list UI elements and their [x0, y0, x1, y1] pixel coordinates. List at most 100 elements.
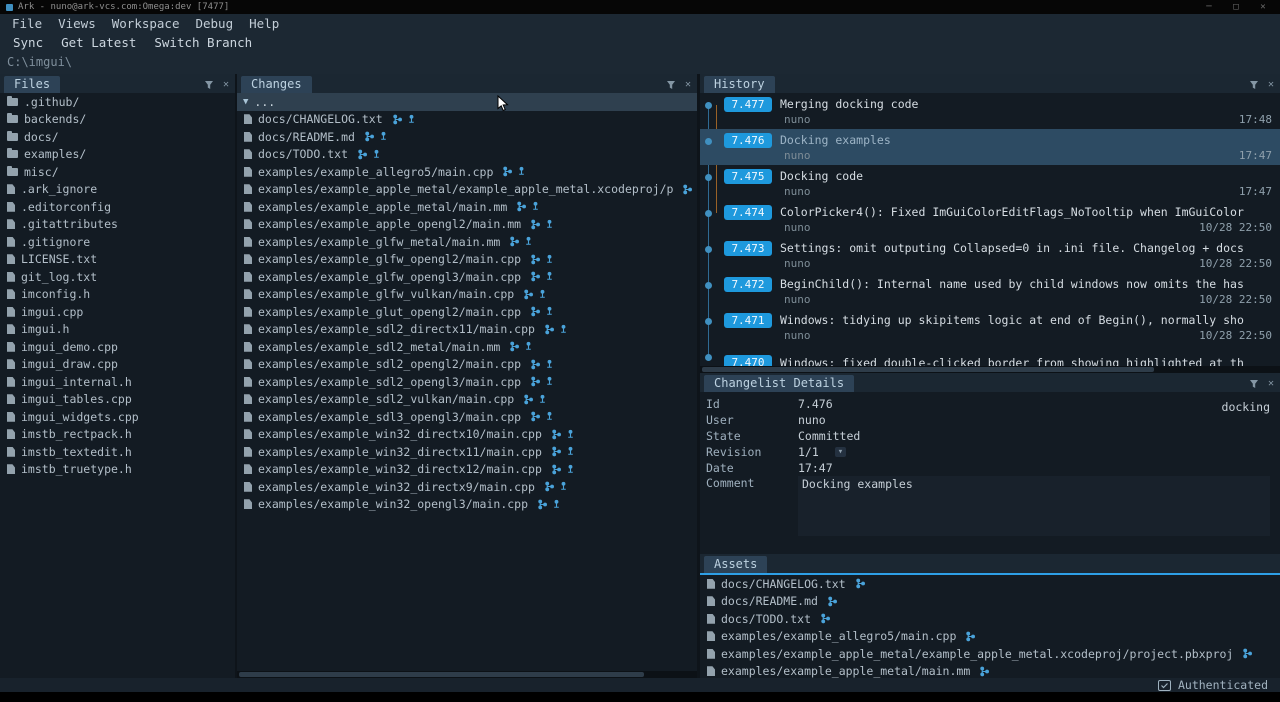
tab-assets[interactable]: Assets — [704, 556, 767, 573]
asset-row[interactable]: examples/example_apple_metal/main.mm — [700, 663, 1280, 679]
file-tree-item[interactable]: .gitignore — [0, 233, 235, 251]
expander-icon[interactable]: ▼ — [243, 97, 248, 107]
file-tree-item[interactable]: imgui_tables.cpp — [0, 391, 235, 409]
toolbar-button[interactable]: Sync — [4, 34, 52, 51]
changed-file-row[interactable]: examples/example_sdl2_vulkan/main.cpp — [237, 391, 697, 409]
filter-icon[interactable] — [1249, 379, 1259, 389]
file-tree-item[interactable]: .github/ — [0, 93, 235, 111]
scrollbar-thumb[interactable] — [239, 672, 644, 677]
file-tree-item[interactable]: imgui.h — [0, 321, 235, 339]
changes-root-row[interactable]: ▼ ... — [237, 93, 697, 111]
menu-item[interactable]: Debug — [187, 15, 241, 32]
file-icon — [7, 324, 15, 334]
changed-file-row[interactable]: examples/example_apple_metal/main.mm — [237, 198, 697, 216]
revision-dropdown-icon[interactable]: ▾ — [835, 447, 846, 457]
changed-file-row[interactable]: examples/example_win32_opengl3/main.cpp — [237, 496, 697, 514]
file-icon — [244, 237, 252, 247]
filter-icon[interactable] — [1249, 80, 1259, 90]
file-tree-item[interactable]: imstb_rectpack.h — [0, 426, 235, 444]
menu-item[interactable]: Workspace — [104, 15, 188, 32]
file-tree-item[interactable]: imconfig.h — [0, 286, 235, 304]
changed-file-row[interactable]: examples/example_win32_directx11/main.cp… — [237, 443, 697, 461]
tab-history[interactable]: History — [704, 76, 775, 93]
file-tree-item[interactable]: examples/ — [0, 146, 235, 164]
file-tree-item[interactable]: misc/ — [0, 163, 235, 181]
commit-author: nuno — [784, 293, 1199, 306]
file-tree-item[interactable]: .editorconfig — [0, 198, 235, 216]
field-label: Revision — [706, 445, 798, 459]
toolbar-button[interactable]: Get Latest — [52, 34, 145, 51]
changed-file-row[interactable]: examples/example_win32_directx9/main.cpp — [237, 478, 697, 496]
file-name: imgui_internal.h — [21, 375, 132, 389]
changed-file-row[interactable]: examples/example_glfw_metal/main.mm — [237, 233, 697, 251]
changed-file-row[interactable]: examples/example_sdl2_opengl2/main.cpp — [237, 356, 697, 374]
file-tree-item[interactable]: imgui_draw.cpp — [0, 356, 235, 374]
file-tree-item[interactable]: .gitattributes — [0, 216, 235, 234]
history-row[interactable]: 7.477 Merging docking code nuno 17:48 — [700, 93, 1280, 129]
toolbar-button[interactable]: Switch Branch — [145, 34, 261, 51]
asset-row[interactable]: docs/CHANGELOG.txt — [700, 575, 1280, 593]
scrollbar-thumb[interactable] — [702, 367, 1154, 372]
file-name: imgui_tables.cpp — [21, 392, 132, 406]
changed-file-row[interactable]: docs/TODO.txt — [237, 146, 697, 164]
history-row[interactable]: 7.474 ColorPicker4(): Fixed ImGuiColorEd… — [700, 201, 1280, 237]
close-panel-icon[interactable]: ✕ — [223, 80, 229, 90]
history-row[interactable]: 7.476 Docking examples nuno 17:47 — [700, 129, 1280, 165]
history-row[interactable]: 7.470 Windows: fixed double-clicked bord… — [700, 345, 1280, 366]
file-tree-item[interactable]: imstb_textedit.h — [0, 443, 235, 461]
history-horizontal-scrollbar[interactable] — [700, 366, 1280, 373]
file-tree-item[interactable]: docs/ — [0, 128, 235, 146]
history-row[interactable]: 7.473 Settings: omit outputing Collapsed… — [700, 237, 1280, 273]
history-row[interactable]: 7.475 Docking code nuno 17:47 — [700, 165, 1280, 201]
filter-icon[interactable] — [204, 80, 214, 90]
changed-file-row[interactable]: examples/example_apple_opengl2/main.mm — [237, 216, 697, 234]
asset-row[interactable]: examples/example_allegro5/main.cpp — [700, 628, 1280, 646]
changed-file-row[interactable]: examples/example_sdl2_metal/main.mm — [237, 338, 697, 356]
changed-file-row[interactable]: examples/example_glfw_opengl2/main.cpp — [237, 251, 697, 269]
tab-files[interactable]: Files — [4, 76, 60, 93]
file-tree-item[interactable]: imgui_internal.h — [0, 373, 235, 391]
changed-file-row[interactable]: docs/README.md — [237, 128, 697, 146]
changed-file-row[interactable]: examples/example_glut_opengl2/main.cpp — [237, 303, 697, 321]
menu-item[interactable]: File — [4, 15, 50, 32]
close-panel-icon[interactable]: ✕ — [685, 80, 691, 90]
filter-icon[interactable] — [666, 80, 676, 90]
maximize-button[interactable]: □ — [1225, 2, 1247, 12]
menu-item[interactable]: Views — [50, 15, 104, 32]
file-tree-item[interactable]: LICENSE.txt — [0, 251, 235, 269]
history-row[interactable]: 7.471 Windows: tidying up skipitems logi… — [700, 309, 1280, 345]
file-name: .ark_ignore — [21, 182, 97, 196]
changed-file-row[interactable]: examples/example_apple_metal/example_app… — [237, 181, 697, 199]
file-tree-item[interactable]: .ark_ignore — [0, 181, 235, 199]
changes-horizontal-scrollbar[interactable] — [237, 671, 697, 678]
changed-file-row[interactable]: examples/example_glfw_opengl3/main.cpp — [237, 268, 697, 286]
close-button[interactable]: ✕ — [1252, 2, 1274, 12]
minimize-button[interactable]: ─ — [1198, 2, 1220, 12]
file-tree-item[interactable]: imgui.cpp — [0, 303, 235, 321]
file-tree-item[interactable]: imgui_widgets.cpp — [0, 408, 235, 426]
branch-change-icon — [523, 394, 534, 405]
changed-file-row[interactable]: examples/example_glfw_vulkan/main.cpp — [237, 286, 697, 304]
file-icon — [244, 219, 252, 229]
changed-file-row[interactable]: examples/example_sdl2_directx11/main.cpp — [237, 321, 697, 339]
file-tree-item[interactable]: backends/ — [0, 111, 235, 129]
changed-file-row[interactable]: examples/example_sdl2_opengl3/main.cpp — [237, 373, 697, 391]
history-row[interactable]: 7.472 BeginChild(): Internal name used b… — [700, 273, 1280, 309]
changed-file-row[interactable]: examples/example_win32_directx10/main.cp… — [237, 426, 697, 444]
changed-file-row[interactable]: examples/example_sdl3_opengl3/main.cpp — [237, 408, 697, 426]
asset-row[interactable]: examples/example_apple_metal/example_app… — [700, 645, 1280, 663]
asset-row[interactable]: docs/TODO.txt — [700, 610, 1280, 628]
file-tree-item[interactable]: imgui_demo.cpp — [0, 338, 235, 356]
changed-file-row[interactable]: examples/example_win32_directx12/main.cp… — [237, 461, 697, 479]
close-panel-icon[interactable]: ✕ — [1268, 379, 1274, 389]
tab-changelist-details[interactable]: Changelist Details — [704, 375, 854, 392]
file-tree-item[interactable]: git_log.txt — [0, 268, 235, 286]
close-panel-icon[interactable]: ✕ — [1268, 80, 1274, 90]
tab-changes[interactable]: Changes — [241, 76, 312, 93]
changed-file-row[interactable]: docs/CHANGELOG.txt — [237, 111, 697, 129]
menu-item[interactable]: Help — [241, 15, 287, 32]
asset-row[interactable]: docs/README.md — [700, 593, 1280, 611]
changed-file-row[interactable]: examples/example_allegro5/main.cpp — [237, 163, 697, 181]
file-tree-item[interactable]: imstb_truetype.h — [0, 461, 235, 479]
file-icon — [7, 464, 15, 474]
